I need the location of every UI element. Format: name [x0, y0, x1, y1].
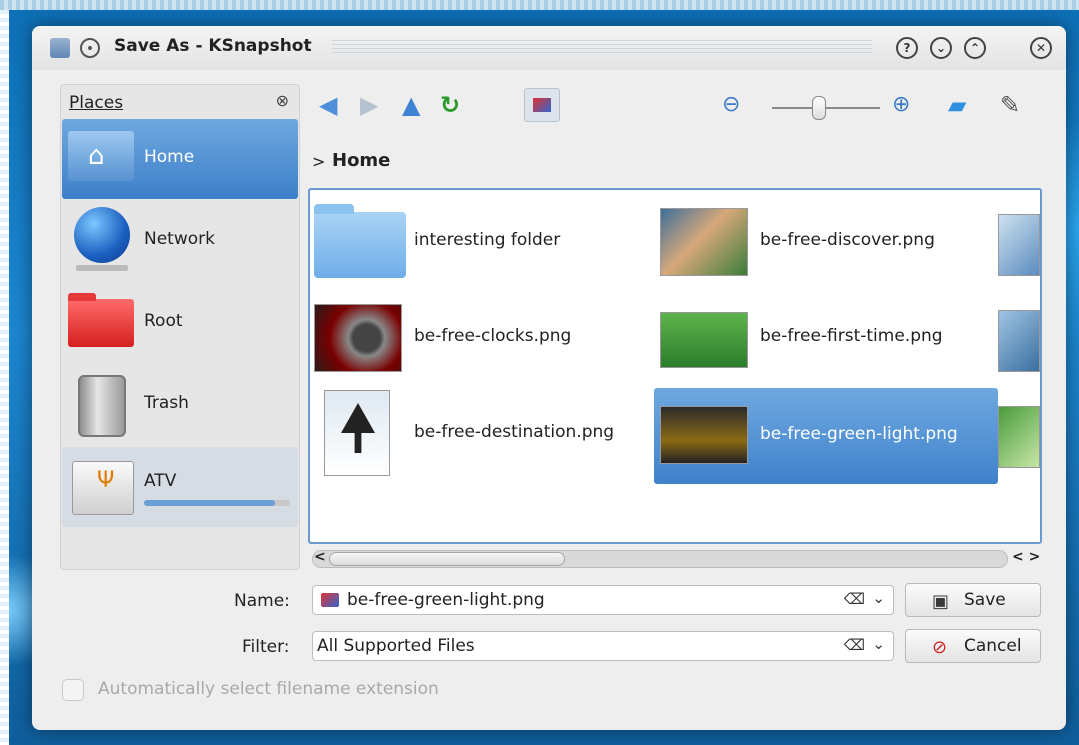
- clear-icon[interactable]: ⌫: [844, 636, 865, 654]
- auto-extension-checkbox[interactable]: [62, 679, 84, 701]
- maximize-button[interactable]: ⌃: [964, 37, 986, 59]
- file-name: be-free-discover.png: [760, 230, 935, 250]
- zoom-in-icon[interactable]: ⊕: [892, 90, 910, 120]
- place-trash[interactable]: Trash: [62, 365, 298, 445]
- disk-usage-bar: [144, 500, 290, 506]
- breadcrumb-separator: >: [312, 152, 326, 171]
- places-header-text: Places: [69, 93, 124, 113]
- breadcrumb-current[interactable]: Home: [332, 150, 390, 171]
- filename-value[interactable]: be-free-green-light.png: [347, 590, 545, 610]
- places-panel: Places ⊗ Home Network Root Trash ATV: [60, 84, 300, 570]
- partial-thumbnail[interactable]: [998, 406, 1040, 468]
- folder-red-icon: [68, 293, 134, 347]
- usb-drive-icon: [72, 461, 134, 515]
- file-name: be-free-clocks.png: [414, 326, 572, 346]
- places-header: Places: [69, 93, 123, 113]
- preview-icon[interactable]: [524, 88, 560, 122]
- options-icon[interactable]: ✎: [1000, 90, 1020, 120]
- file-item-be-free-green-light[interactable]: be-free-green-light.png: [654, 388, 998, 484]
- chevron-down-icon[interactable]: ⌄: [872, 635, 885, 653]
- network-icon: [74, 207, 130, 263]
- filter-label: Filter:: [242, 637, 290, 657]
- place-label: Root: [144, 311, 183, 331]
- partial-thumbnail[interactable]: [998, 310, 1040, 372]
- save-as-dialog: Save As - KSnapshot ? ⌄ ⌃ ✕ Places ⊗ Hom…: [32, 26, 1066, 730]
- image-thumbnail: [314, 304, 402, 372]
- partial-thumbnail[interactable]: [998, 214, 1040, 276]
- filename-combo[interactable]: be-free-green-light.png ⌫ ⌄: [312, 585, 894, 615]
- file-name: be-free-destination.png: [414, 422, 615, 442]
- file-item-be-free-first-time[interactable]: be-free-first-time.png: [656, 290, 996, 386]
- cancel-button[interactable]: ⊘ Cancel: [905, 629, 1041, 663]
- place-label: Trash: [144, 393, 189, 413]
- filter-value[interactable]: All Supported Files: [317, 636, 475, 656]
- trash-icon: [78, 375, 126, 437]
- close-places-icon[interactable]: ⊗: [276, 91, 289, 110]
- place-label: Home: [144, 147, 195, 167]
- image-thumbnail: [324, 390, 390, 476]
- scrollbar-thumb[interactable]: [329, 552, 565, 566]
- place-label: ATV: [144, 471, 177, 491]
- place-network[interactable]: Network: [62, 201, 298, 281]
- window-title: Save As - KSnapshot: [114, 36, 312, 56]
- back-arrow-icon[interactable]: ◀: [319, 90, 337, 120]
- disk-usage-fill: [144, 500, 276, 506]
- up-arrow-icon[interactable]: ▲: [402, 90, 420, 120]
- help-button[interactable]: ?: [896, 37, 918, 59]
- image-thumbnail: [660, 208, 748, 276]
- cancel-icon: ⊘: [932, 637, 948, 658]
- zoom-slider-track[interactable]: [772, 107, 880, 109]
- horizontal-scrollbar[interactable]: [312, 550, 1008, 568]
- file-item-interesting-folder[interactable]: interesting folder: [310, 194, 650, 290]
- folder-icon: [314, 204, 406, 278]
- scroll-arrows-icon[interactable]: < >: [1012, 549, 1040, 565]
- title-bar[interactable]: Save As - KSnapshot ? ⌄ ⌃ ✕: [32, 26, 1066, 70]
- name-label: Name:: [234, 591, 290, 611]
- pin-icon[interactable]: [80, 38, 100, 58]
- zoom-out-icon[interactable]: ⊖: [722, 90, 740, 120]
- save-icon: ▣: [932, 591, 950, 612]
- minimize-button[interactable]: ⌄: [930, 37, 952, 59]
- file-name: interesting folder: [414, 230, 561, 250]
- network-base: [76, 265, 128, 271]
- place-root[interactable]: Root: [62, 283, 298, 363]
- file-item-be-free-clocks[interactable]: be-free-clocks.png: [310, 290, 650, 386]
- save-label: Save: [964, 590, 1006, 610]
- close-button[interactable]: ✕: [1030, 37, 1052, 59]
- title-decoration: [332, 40, 872, 56]
- file-item-be-free-destination[interactable]: be-free-destination.png: [310, 386, 650, 482]
- forward-arrow-icon[interactable]: ▶: [360, 90, 378, 120]
- place-atv[interactable]: ATV: [62, 447, 298, 527]
- chevron-down-icon[interactable]: ⌄: [872, 589, 885, 607]
- home-icon: [68, 131, 134, 181]
- place-label: Network: [144, 229, 215, 249]
- clear-icon[interactable]: ⌫: [844, 590, 865, 608]
- file-view: interesting folder be-free-discover.png …: [308, 188, 1042, 544]
- cancel-label: Cancel: [964, 636, 1022, 656]
- image-file-icon: [321, 593, 339, 607]
- file-name: be-free-green-light.png: [760, 424, 958, 444]
- desktop-border-left: [0, 10, 9, 745]
- filter-combo[interactable]: All Supported Files ⌫ ⌄: [312, 631, 894, 661]
- app-icon[interactable]: [50, 38, 70, 58]
- reload-icon[interactable]: ↻: [440, 90, 460, 120]
- image-thumbnail: [660, 312, 748, 368]
- file-item-be-free-discover[interactable]: be-free-discover.png: [656, 194, 996, 290]
- scroll-left-icon[interactable]: <: [314, 549, 326, 565]
- new-folder-icon[interactable]: ▰: [948, 90, 966, 120]
- file-name: be-free-first-time.png: [760, 326, 943, 346]
- auto-extension-label[interactable]: Automatically select filename extension: [98, 679, 439, 699]
- place-home[interactable]: Home: [62, 119, 298, 199]
- desktop-border-top: [0, 0, 1079, 10]
- image-thumbnail: [660, 406, 748, 464]
- zoom-slider-thumb[interactable]: [812, 96, 826, 120]
- save-button[interactable]: ▣ Save: [905, 583, 1041, 617]
